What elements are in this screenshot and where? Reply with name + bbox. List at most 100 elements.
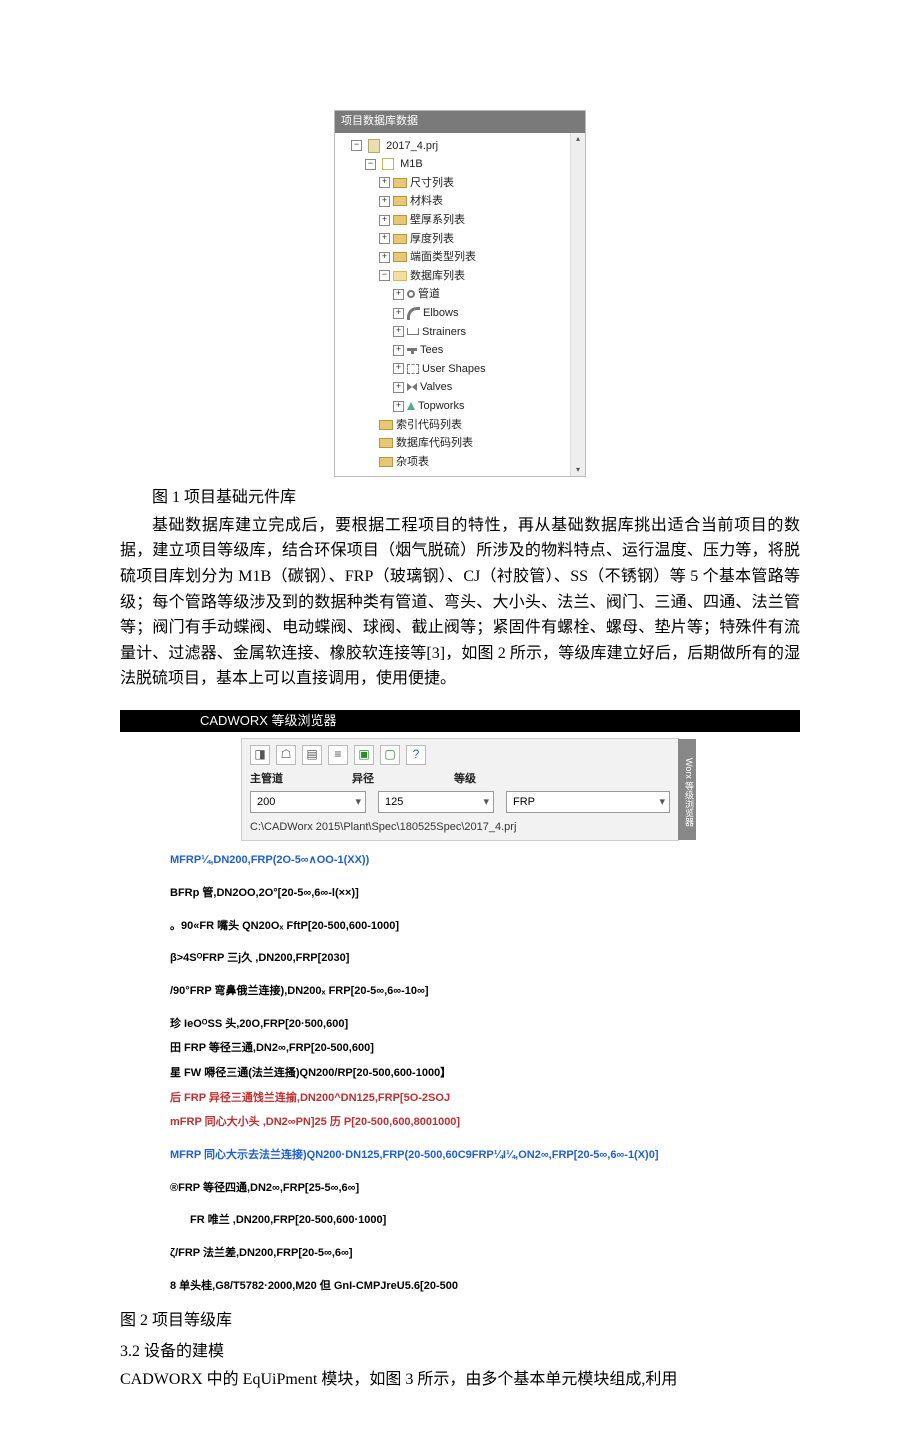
label-reduce: 异径 <box>352 771 442 789</box>
tee-icon <box>407 346 417 354</box>
select-main-pipe[interactable]: 200 <box>250 791 366 813</box>
tree-folder-label: 壁厚系列表 <box>410 214 465 226</box>
elbow-icon <box>407 307 420 320</box>
spec-line[interactable]: 。90«FR 嘴头 QN20Oₓ FftP[20-500,600-1000] <box>170 917 800 936</box>
tree-db-item[interactable]: + Topworks <box>393 398 583 416</box>
expand-icon[interactable]: + <box>393 345 404 356</box>
tree-folder[interactable]: 索引代码列表 <box>379 417 583 435</box>
spec-line[interactable]: /90°FRP 弯鼻俄兰连接),DN200ₓ FRP[20-5∞,6∞-10∞] <box>170 982 800 1001</box>
cadworx-panel: ◨ ☖ ▤ ≡ ▣ ▢ ? 主管道 异径 等级 200 125 FRP <box>241 738 679 841</box>
expand-icon[interactable]: + <box>379 196 390 207</box>
tree-db-item-label: Valves <box>420 381 452 393</box>
label-spec: 等级 <box>454 771 670 789</box>
tree-folder[interactable]: 杂项表 <box>379 454 583 472</box>
tree-db-item[interactable]: + 管道 <box>393 286 583 304</box>
tool-btn-3[interactable]: ▤ <box>302 745 322 765</box>
tree-db-item[interactable]: +User Shapes <box>393 361 583 379</box>
expand-icon[interactable]: + <box>379 252 390 263</box>
expand-icon[interactable]: + <box>393 308 404 319</box>
tree-category[interactable]: − M1B +尺寸列表+材料表+壁厚系列表+厚度列表+端面类型列表−数据库列表+… <box>365 156 583 471</box>
topworks-icon <box>407 402 415 410</box>
tree-body: − 2017_4.prj − M1B +尺寸列表+材料表+壁厚系列表+厚度列表+… <box>335 133 585 477</box>
spec-line[interactable]: 后 FRP 异径三通饯兰连揄,DN200^DN125,FRP[5O-2SOJ <box>170 1089 800 1108</box>
tool-btn-4[interactable]: ≡ <box>328 745 348 765</box>
tree-folder-label: 杂项表 <box>396 456 429 468</box>
category-icon <box>382 158 394 170</box>
collapse-icon[interactable]: − <box>351 140 362 151</box>
tree-folder-label: 数据库代码列表 <box>396 437 473 449</box>
tool-btn-1[interactable]: ◨ <box>250 745 270 765</box>
spec-line[interactable]: MFRP 同心大示去法兰连接)QN200·DN125,FRP(20-500,60… <box>170 1146 800 1165</box>
tree-db-item[interactable]: + Elbows <box>393 305 583 323</box>
spec-item-list: MFRP¼,DN200,FRP(2O-5∞∧OO-1(XX)) BFRp 管,DN… <box>170 851 800 1295</box>
spec-line[interactable]: BFRp 管,DN2OO,2O°[20-5∞,6∞-l(××)] <box>170 884 800 903</box>
tree-db-item-label: 管道 <box>418 288 440 300</box>
expand-icon[interactable]: + <box>379 177 390 188</box>
tree-root[interactable]: − 2017_4.prj − M1B +尺寸列表+材料表+壁厚系列表+厚度列表+… <box>351 138 583 472</box>
collapse-icon[interactable]: − <box>365 159 376 170</box>
expand-icon[interactable]: + <box>393 326 404 337</box>
folder-icon <box>393 234 407 244</box>
tree-folder[interactable]: + 端面类型列表 <box>379 249 583 267</box>
select-spec[interactable]: FRP <box>506 791 670 813</box>
pipe-icon <box>407 290 415 298</box>
valve-icon <box>407 383 417 391</box>
scroll-up-icon[interactable]: ▴ <box>571 133 585 145</box>
spec-line[interactable]: 8 单头桂,G8/T5782·2000,M20 但 GnI-CMPJreU5.6… <box>170 1277 800 1296</box>
expand-icon[interactable]: + <box>393 363 404 374</box>
strainer-icon <box>407 328 419 335</box>
scroll-down-icon[interactable]: ▾ <box>571 464 585 476</box>
folder-icon <box>393 215 407 225</box>
tree-folder-label: 厚度列表 <box>410 233 454 245</box>
expand-icon[interactable]: + <box>379 233 390 244</box>
figure2-caption: 图 2 项目等级库 <box>120 1308 800 1334</box>
spec-line[interactable]: 田 FRP 等径三通,DN2∞,FRP[20-500,600] <box>170 1039 800 1058</box>
expand-icon[interactable]: + <box>393 382 404 393</box>
tree-db-item-label: Elbows <box>423 307 458 319</box>
spec-line[interactable]: ®FRP 等径四通,DN2∞,FRP[25-5∞,6∞] <box>170 1179 800 1198</box>
spec-line[interactable]: MFRP¼,DN200,FRP(2O-5∞∧OO-1(XX)) <box>170 851 800 870</box>
expand-icon[interactable]: + <box>393 289 404 300</box>
spec-line[interactable]: 星 FW 嘚径三通(法兰连搔)QN200/RP[20-500,600-1000】 <box>170 1064 800 1083</box>
tool-btn-6[interactable]: ▢ <box>380 745 400 765</box>
folder-icon <box>379 420 393 430</box>
tree-folder-label: 材料表 <box>410 195 443 207</box>
tool-btn-2[interactable]: ☖ <box>276 745 296 765</box>
collapse-icon[interactable]: − <box>379 270 390 281</box>
tree-folder[interactable]: +尺寸列表 <box>379 175 583 193</box>
tree-db-item[interactable]: + Tees <box>393 342 583 360</box>
spec-line[interactable]: FR 唯兰 ,DN200,FRP[20-500,600·1000] <box>190 1211 800 1230</box>
cadworx-window-title: CADWORX 等级浏览器 <box>120 710 800 732</box>
help-icon[interactable]: ? <box>406 745 426 765</box>
expand-icon[interactable]: + <box>379 215 390 226</box>
tree-db-item-label: Topworks <box>418 400 464 412</box>
spec-line[interactable]: β>4SᴼFRP 三j久 ,DN200,FRP[2030] <box>170 949 800 968</box>
spec-file-path: C:\CADWorx 2015\Plant\Spec\180525Spec\20… <box>250 819 670 837</box>
tree-folder[interactable]: 数据库代码列表 <box>379 435 583 453</box>
tree-folder-label: 端面类型列表 <box>410 251 476 263</box>
cadworx-toolbar: ◨ ☖ ▤ ≡ ▣ ▢ ? <box>250 745 670 765</box>
tree-folder-label: 数据库列表 <box>410 270 465 282</box>
tree-folder[interactable]: + 壁厚系列表 <box>379 212 583 230</box>
tree-folder[interactable]: + 厚度列表 <box>379 231 583 249</box>
spec-line[interactable]: 珍 IeOᴼSS 头,20O,FRP[20·500,600] <box>170 1015 800 1034</box>
folder-icon <box>393 252 407 262</box>
tree-db-item[interactable]: + Valves <box>393 379 583 397</box>
tree-db-item-label: Tees <box>420 344 443 356</box>
cadworx-spec-browser: CADWORX 等级浏览器 ◨ ☖ ▤ ≡ ▣ ▢ ? 主管道 异径 等级 <box>120 710 800 1296</box>
usershape-icon <box>407 364 419 374</box>
label-main-pipe: 主管道 <box>250 771 340 789</box>
tree-db-item[interactable]: +Strainers <box>393 324 583 342</box>
cadworx-side-tab[interactable]: Worx 等级浏览器 <box>678 739 696 840</box>
select-reduce[interactable]: 125 <box>378 791 494 813</box>
tree-folder-dblist[interactable]: −数据库列表+管道+Elbows+Strainers+Tees+User Sha… <box>379 268 583 416</box>
tool-btn-5[interactable]: ▣ <box>354 745 374 765</box>
tree-scrollbar[interactable]: ▴ ▾ <box>570 133 585 477</box>
project-db-tree-panel: 项目数据库数据 − 2017_4.prj − M1B +尺寸列表+材料表+壁 <box>334 110 586 477</box>
folder-open-icon <box>393 271 407 281</box>
spec-line[interactable]: ζ/FRP 法兰差,DN200,FRP[20-5∞,6∞] <box>170 1244 800 1263</box>
spec-line[interactable]: mFRP 同心大小头 ,DN2∞PN]25 历 P[20-500,600,800… <box>170 1113 800 1132</box>
tree-folder[interactable]: + 材料表 <box>379 193 583 211</box>
folder-icon <box>379 438 393 448</box>
expand-icon[interactable]: + <box>393 401 404 412</box>
